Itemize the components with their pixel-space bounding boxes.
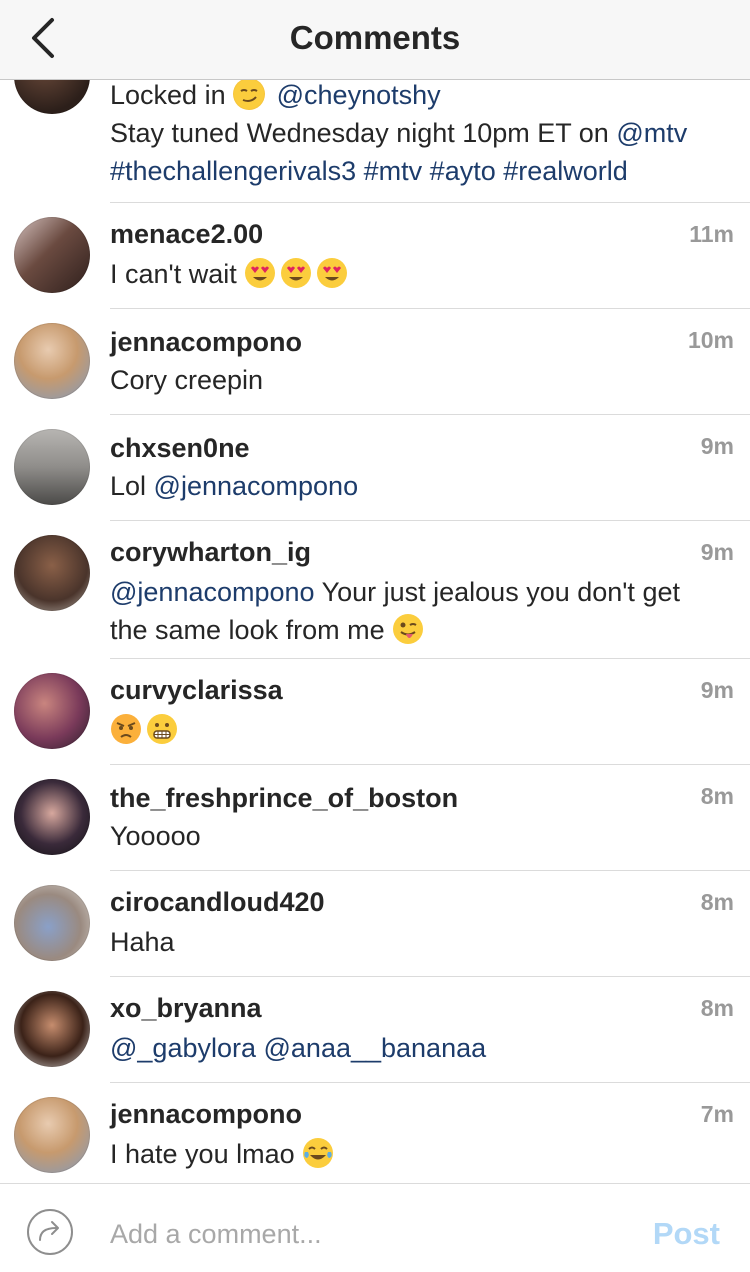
comment-body: I hate you lmao xyxy=(110,1139,295,1169)
comment-timestamp: 7m xyxy=(700,1101,734,1127)
angry-emoji xyxy=(110,713,142,745)
comment-timestamp: 9m xyxy=(700,677,734,703)
comment-username[interactable]: jennacompono xyxy=(110,1099,302,1130)
comment-timestamp: 11m xyxy=(689,221,734,247)
mention-link[interactable]: @jennacompono xyxy=(110,577,315,607)
comment-text: I hate you lmao xyxy=(110,1135,730,1173)
caption-line1: Locked in xyxy=(110,80,226,110)
comment-item: jennacompono 10m Cory creepin xyxy=(0,309,750,415)
comment-text: I can't wait xyxy=(110,255,730,293)
comment-username[interactable]: curvyclarissa xyxy=(110,675,283,706)
comment-text: Lol @jennacompono xyxy=(110,467,730,505)
comment-item: jennacompono 7m I hate you lmao xyxy=(0,1083,750,1183)
comment-timestamp: 8m xyxy=(700,783,734,809)
comment-item: xo_bryanna 8m @_gabylora @anaa__bananaa xyxy=(0,977,750,1083)
comment-body: Your just jealous you don't get xyxy=(321,577,680,607)
mention-link[interactable]: @mtv xyxy=(616,118,687,148)
grimacing-emoji xyxy=(146,713,178,745)
comment-body: Lol xyxy=(110,471,147,501)
avatar[interactable] xyxy=(14,991,90,1067)
caption-text: Locked in @cheynotshy Stay tuned Wednesd… xyxy=(110,76,730,190)
comment-item: the_freshprince_of_boston 8m Yooooo xyxy=(0,765,750,871)
comment-username[interactable]: the_freshprince_of_boston xyxy=(110,783,458,814)
comment-username[interactable]: chxsen0ne xyxy=(110,433,250,464)
caption-line2: Stay tuned Wednesday night 10pm ET on xyxy=(110,118,609,148)
avatar[interactable] xyxy=(14,323,90,399)
comment-item: corywharton_ig 9m @jennacompono Your jus… xyxy=(0,521,750,659)
comment-body: Haha xyxy=(110,927,175,957)
reply-arrow-icon xyxy=(27,1209,73,1255)
post-button[interactable]: Post xyxy=(653,1216,720,1252)
avatar[interactable] xyxy=(14,535,90,611)
comment-timestamp: 9m xyxy=(700,539,734,565)
avatar[interactable] xyxy=(14,1097,90,1173)
avatar[interactable] xyxy=(14,217,90,293)
comment-username[interactable]: jennacompono xyxy=(110,327,302,358)
comment-body: I can't wait xyxy=(110,259,237,289)
comment-text: @jennacompono Your just jealous you don'… xyxy=(110,573,730,649)
comment-username[interactable]: xo_bryanna xyxy=(110,993,262,1024)
avatar[interactable] xyxy=(14,779,90,855)
comment-text: @_gabylora @anaa__bananaa xyxy=(110,1029,730,1067)
comment-item: curvyclarissa 9m xyxy=(0,659,750,765)
winking-tongue-emoji xyxy=(392,613,424,645)
avatar[interactable] xyxy=(14,673,90,749)
avatar[interactable] xyxy=(14,429,90,505)
tears-of-joy-emoji xyxy=(302,1137,334,1169)
avatar[interactable] xyxy=(14,885,90,961)
comment-timestamp: 10m xyxy=(687,327,734,353)
mention-link[interactable]: @jennacompono xyxy=(154,471,359,501)
comment-timestamp: 8m xyxy=(700,889,734,915)
comment-timestamp: 9m xyxy=(700,433,734,459)
comment-username[interactable]: corywharton_ig xyxy=(110,537,311,568)
mention-link[interactable]: @cheynotshy xyxy=(277,80,441,110)
comment-item: menace2.00 11m I can't wait xyxy=(0,203,750,309)
comment-input[interactable] xyxy=(110,1214,610,1254)
comment-timestamp: 8m xyxy=(700,995,734,1021)
comment-text xyxy=(110,711,730,749)
comment-item: cirocandloud420 8m Haha xyxy=(0,871,750,977)
comment-body: the same look from me xyxy=(110,615,385,645)
comment-body: Yooooo xyxy=(110,821,201,851)
comment-body: Cory creepin xyxy=(110,365,264,395)
nav-header: Comments xyxy=(0,0,750,80)
heart-eyes-emoji xyxy=(244,257,276,289)
comment-item: chxsen0ne 9m Lol @jennacompono xyxy=(0,415,750,521)
reply-button[interactable] xyxy=(26,1208,74,1256)
heart-eyes-emoji xyxy=(316,257,348,289)
comment-username[interactable]: menace2.00 xyxy=(110,219,263,250)
hashtags[interactable]: #thechallengerivals3 #mtv #ayto #realwor… xyxy=(110,156,628,186)
mention-link[interactable]: @_gabylora @anaa__bananaa xyxy=(110,1033,486,1063)
smirk-emoji xyxy=(233,78,266,110)
heart-eyes-emoji xyxy=(280,257,312,289)
comment-username[interactable]: cirocandloud420 xyxy=(110,887,325,918)
page-title: Comments xyxy=(289,19,461,56)
comment-composer: Post xyxy=(0,1183,750,1272)
